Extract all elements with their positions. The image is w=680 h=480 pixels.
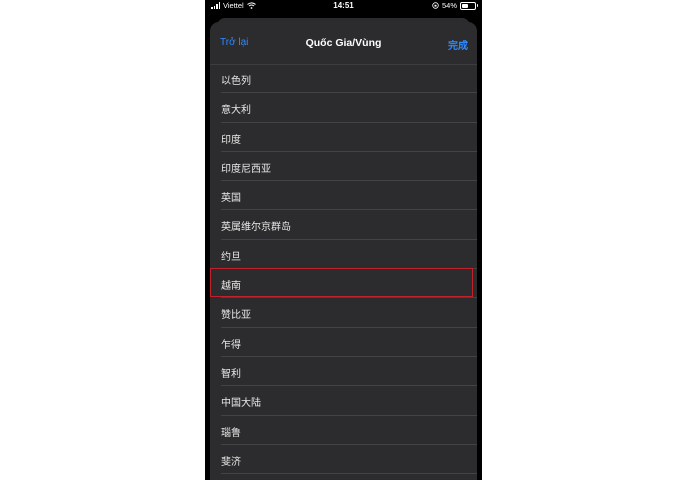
country-list-item[interactable]: 英国 — [210, 181, 477, 211]
country-label: 英属维尔京群岛 — [221, 222, 291, 234]
country-label: 赞比亚 — [221, 310, 251, 322]
country-label: 乍得 — [221, 339, 241, 351]
country-label: 以色列 — [221, 76, 251, 87]
status-bar: Viettel 14:51 54% — [205, 0, 482, 13]
country-list-item[interactable]: 印度 — [210, 123, 477, 152]
country-label: 印度 — [221, 134, 241, 146]
country-list-item[interactable]: 中国大陆 — [210, 386, 477, 416]
country-list-item[interactable]: 斐济 — [210, 445, 477, 475]
country-picker-sheet: Trở lại Quốc Gia/Vùng 完成 以色列意大利印度印度尼西亚英国… — [210, 22, 477, 480]
country-list-item[interactable]: 意大利 — [210, 93, 477, 123]
battery-percent: 54% — [441, 1, 457, 10]
country-list-item[interactable]: 瑙鲁 — [210, 416, 477, 445]
country-list-item[interactable]: 乍得 — [210, 328, 477, 357]
country-label: 印度尼西亚 — [221, 163, 271, 175]
done-button[interactable]: 完成 — [448, 37, 468, 52]
phone-screen: Viettel 14:51 54% Trở lại Quốc Gia/Vùng … — [205, 0, 482, 480]
country-label: 瑙鲁 — [221, 427, 241, 439]
country-label: 意大利 — [221, 105, 251, 117]
country-label: 约旦 — [221, 251, 241, 263]
country-list-item[interactable]: 约旦 — [210, 240, 477, 270]
country-list-item[interactable]: 越南 — [210, 269, 477, 299]
nav-bar: Trở lại Quốc Gia/Vùng 完成 — [210, 22, 477, 65]
country-list-item[interactable]: 英属维尔京群岛 — [210, 210, 477, 240]
country-label: 越南 — [221, 281, 241, 293]
page-title: Quốc Gia/Vùng — [305, 37, 382, 49]
row-divider — [221, 473, 477, 475]
battery-icon — [460, 1, 478, 10]
country-list-item[interactable]: 智利 — [210, 357, 477, 387]
country-label: 中国大陆 — [221, 398, 261, 410]
orientation-lock-icon — [432, 2, 439, 9]
country-list[interactable]: 以色列意大利印度印度尼西亚英国英属维尔京群岛 约旦越南赞比亚乍得智利中国大陆瑙鲁斐… — [210, 64, 477, 475]
country-list-item[interactable]: 印度尼西亚 — [210, 152, 477, 182]
country-list-item[interactable]: 赞比亚 — [210, 298, 477, 328]
country-label: 英国 — [221, 193, 241, 205]
country-label: 斐济 — [221, 456, 241, 468]
country-label: 智利 — [221, 368, 241, 380]
country-list-item[interactable]: 以色列 — [210, 64, 477, 94]
battery-fill — [462, 3, 469, 8]
